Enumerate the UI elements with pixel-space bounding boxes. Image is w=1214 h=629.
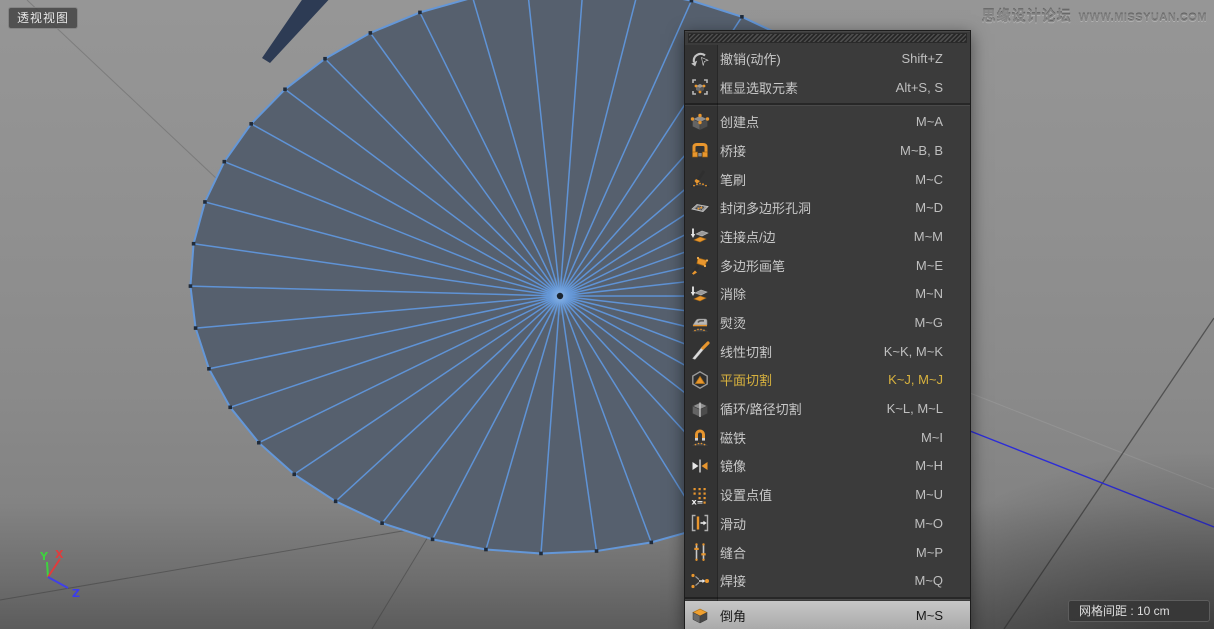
menu-item-label: 磁铁 [720,428,921,447]
menu-item-plane-cut[interactable]: 平面切割 K~J, M~J [685,366,970,395]
watermark: 思缘设计论坛 WWW.MISSYUAN.COM [982,6,1207,26]
polygon-pen-icon [689,254,711,276]
menu-item-shortcut: M~H [915,458,943,473]
menu-item-brush[interactable]: 笔刷 M~C [685,165,970,194]
menu-item-create-point[interactable]: 创建点 M~A [685,107,970,136]
menu-item-polygon-pen[interactable]: 多边形画笔 M~E [685,251,970,280]
menu-item-label: 桥接 [720,141,900,160]
menu-item-shortcut: M~U [915,487,943,502]
menu-item-shortcut: M~A [916,114,943,129]
world-z-axis-line [970,431,1214,527]
menu-item-shortcut: Alt+S, S [896,80,943,95]
menu-item-loop-path-cut[interactable]: 循环/路径切割 K~L, M~L [685,394,970,423]
menu-item-label: 封闭多边形孔洞 [720,198,915,217]
menu-item-label: 笔刷 [720,170,915,189]
menu-item-label: 滑动 [720,514,914,533]
menu-item-weld[interactable]: 焊接 M~Q [685,566,970,595]
menu-item-label: 线性切割 [720,342,884,361]
dissolve-icon [689,283,711,305]
menu-item-close-polygon-hole[interactable]: 封闭多边形孔洞 M~D [685,193,970,222]
view-label[interactable]: 透视视图 [8,7,78,29]
menu-item-label: 消除 [720,284,915,303]
menu-item-shortcut: M~I [921,430,943,445]
menu-item-mirror[interactable]: 镜像 M~H [685,452,970,481]
menu-item-label: 多边形画笔 [720,256,916,275]
iron-icon [689,312,711,334]
menu-item-iron[interactable]: 熨烫 M~G [685,308,970,337]
menu-item-shortcut: K~J, M~J [888,372,943,387]
menu-item-shortcut: M~D [915,200,943,215]
menu-item-label: 镜像 [720,456,915,475]
menu-item-label: 缝合 [720,543,916,562]
menu-item-label: 创建点 [720,112,916,131]
brush-icon [689,168,711,190]
menu-item-dissolve[interactable]: 消除 M~N [685,280,970,309]
axis-y-label: Y [39,550,49,563]
menu-item-label: 框显选取元素 [720,78,896,97]
bridge-icon [689,139,711,161]
menu-item-shortcut: M~S [916,608,943,623]
menu-item-label: 平面切割 [720,370,888,389]
slide-icon [689,512,711,534]
menu-item-stitch[interactable]: 缝合 M~P [685,538,970,567]
menu-item-label: 连接点/边 [720,227,914,246]
stitch-icon [689,541,711,563]
menu-item-line-cut[interactable]: 线性切割 K~K, M~K [685,337,970,366]
menu-item-shortcut: K~L, M~L [887,401,943,416]
menu-item-shortcut: M~O [914,516,943,531]
magnet-icon [689,426,711,448]
menu-item-shortcut: M~N [915,286,943,301]
viewport-canvas[interactable]: Y X Z [0,0,1214,629]
disc-edge-wedge [262,0,334,63]
menu-item-magnet[interactable]: 磁铁 M~I [685,423,970,452]
grid-spacing-badge: 网格间距 : 10 cm [1068,600,1210,622]
menu-item-shortcut: M~Q [914,573,943,588]
menu-item-bevel[interactable]: 倒角 M~S [685,601,970,629]
menu-item-label: 熨烫 [720,313,914,332]
frame-selected-icon [689,76,711,98]
menu-item-shortcut: M~E [916,258,943,273]
menu-item-label: 倒角 [720,606,916,625]
menu-item-undo[interactable]: 撤销(动作) Shift+Z [685,44,970,73]
menu-item-label: 焊接 [720,571,914,590]
context-menu-list: 撤销(动作) Shift+Z 框显选取元素 Alt+S, S 创建点 M~A 桥… [685,44,970,629]
create-point-icon [689,111,711,133]
menu-separator [685,103,970,105]
context-menu: 撤销(动作) Shift+Z 框显选取元素 Alt+S, S 创建点 M~A 桥… [684,30,971,629]
bevel-icon [689,604,711,626]
menu-item-shortcut: M~C [915,172,943,187]
watermark-cn: 思缘设计论坛 [982,6,1072,26]
menu-item-label: 撤销(动作) [720,49,901,68]
axis-x-label: X [55,548,64,561]
menu-item-frame-selected[interactable]: 框显选取元素 Alt+S, S [685,73,970,102]
menu-item-shortcut: M~M [914,229,943,244]
menu-tear-off-strip[interactable] [688,33,967,43]
menu-item-set-point-value[interactable]: 设置点值 M~U [685,480,970,509]
close-polygon-hole-icon [689,197,711,219]
set-point-value-icon [689,484,711,506]
watermark-en: WWW.MISSYUAN.COM [1079,12,1207,24]
line-cut-icon [689,340,711,362]
menu-item-shortcut: M~G [914,315,943,330]
loop-path-cut-icon [689,398,711,420]
c4d-viewport-window: Y X Z 透视视图 思缘设计论坛 WWW.MISSYUAN.COM 网格间距 … [0,0,1214,629]
mirror-icon [689,455,711,477]
weld-icon [689,570,711,592]
menu-item-bridge[interactable]: 桥接 M~B, B [685,136,970,165]
undo-icon [689,47,711,69]
menu-item-shortcut: Shift+Z [901,51,943,66]
menu-item-shortcut: K~K, M~K [884,344,943,359]
menu-item-slide[interactable]: 滑动 M~O [685,509,970,538]
connect-points-icon [689,225,711,247]
menu-item-label: 设置点值 [720,485,915,504]
menu-item-label: 循环/路径切割 [720,399,887,418]
menu-separator [685,597,970,599]
menu-item-connect-points[interactable]: 连接点/边 M~M [685,222,970,251]
plane-cut-icon [689,369,711,391]
menu-item-shortcut: M~B, B [900,143,943,158]
menu-item-shortcut: M~P [916,545,943,560]
axis-z-label: Z [72,587,80,600]
